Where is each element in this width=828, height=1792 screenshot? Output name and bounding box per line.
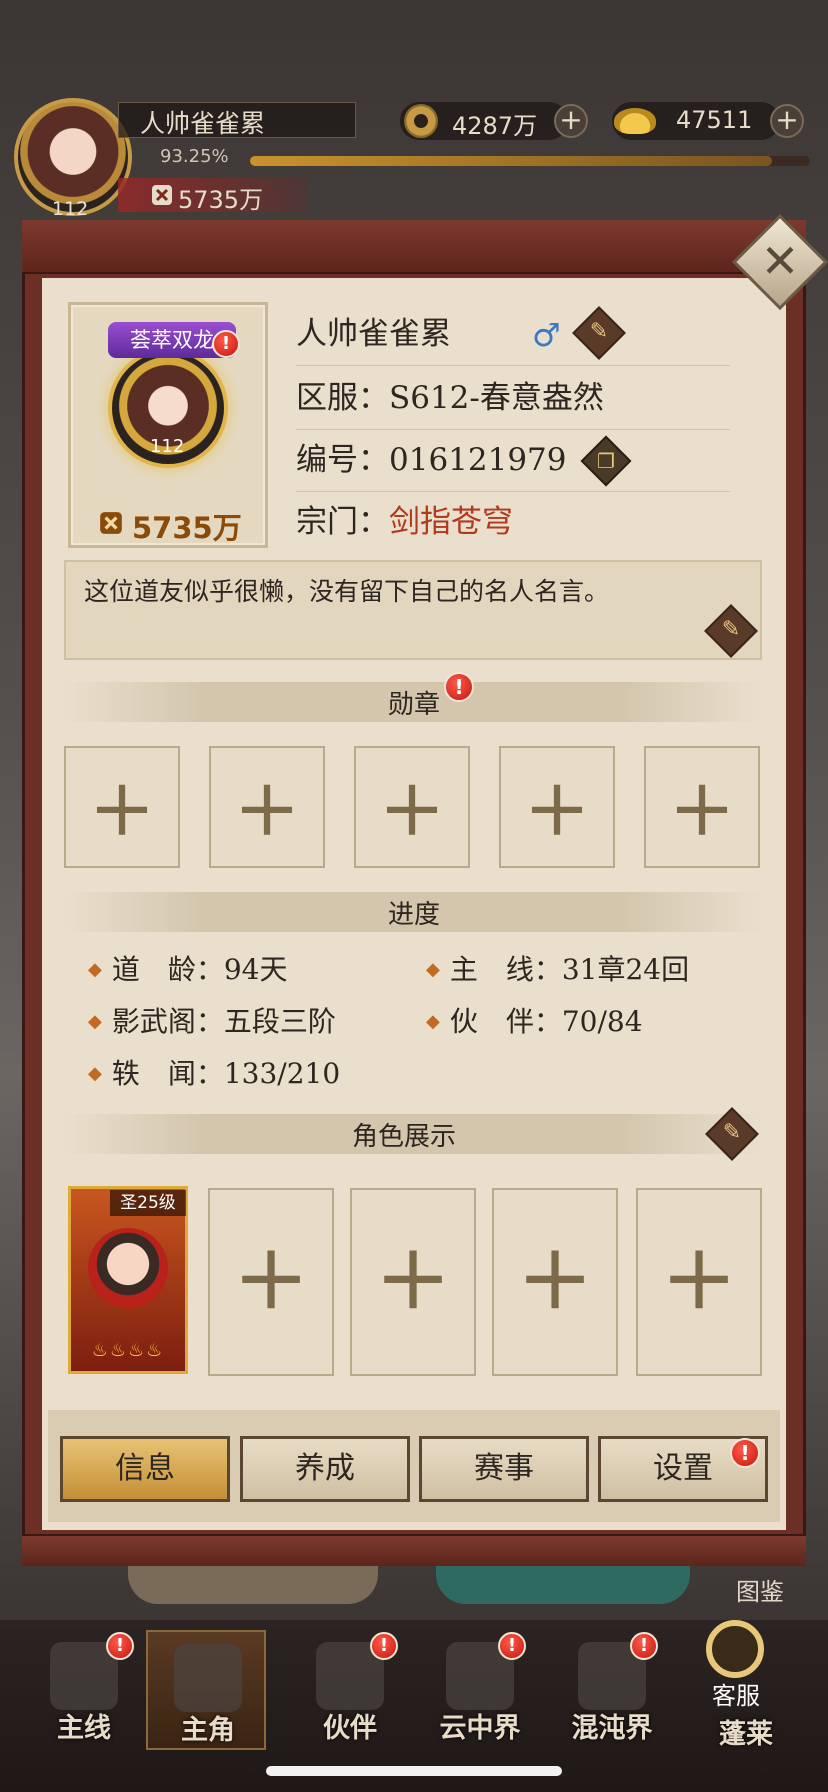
brush-icon: ✎ bbox=[589, 319, 609, 344]
panel-header bbox=[22, 220, 806, 274]
add-icon: + bbox=[523, 761, 591, 854]
bullet-icon: ◆ bbox=[426, 959, 440, 980]
nav-label: 主线 bbox=[57, 1713, 111, 1744]
power-icon bbox=[152, 185, 172, 205]
player-name: 人帅雀雀累 bbox=[140, 109, 266, 138]
bullet-icon: ◆ bbox=[88, 1063, 102, 1084]
profile-name: 人帅雀雀累 bbox=[296, 316, 451, 352]
exp-bar bbox=[250, 156, 810, 166]
progress-value: 94天 bbox=[223, 953, 288, 986]
medals-title: 勋章 bbox=[387, 690, 440, 720]
title-alert-badge: ! bbox=[212, 330, 240, 358]
nav-label: 云中界 bbox=[439, 1713, 521, 1744]
settings-alert-badge: ! bbox=[730, 1438, 760, 1468]
progress-item-yingwuge: ◆ 影武阁：五段三阶 bbox=[88, 1000, 336, 1040]
nav-alert-badge: ! bbox=[498, 1632, 526, 1660]
progress-item-mainline: ◆ 主 线：31章24回 bbox=[426, 948, 689, 988]
background-button-left bbox=[128, 1566, 378, 1604]
progress-value: 70/84 bbox=[561, 1005, 643, 1038]
coin-icon bbox=[404, 104, 438, 138]
nav-label: 伙伴 bbox=[323, 1713, 377, 1744]
id-label: 编号： bbox=[296, 442, 389, 478]
progress-label: 影武阁： bbox=[111, 1005, 224, 1038]
power-value: 5735万 bbox=[178, 186, 264, 214]
add-icon: + bbox=[232, 1223, 310, 1330]
progress-item-age: ◆ 道 龄：94天 bbox=[88, 948, 288, 988]
add-icon: + bbox=[668, 761, 736, 854]
ingot-value: 47511 bbox=[676, 106, 753, 134]
nav-label: 主角 bbox=[181, 1715, 235, 1746]
add-coins-button[interactable]: + bbox=[554, 104, 588, 138]
tujian-label[interactable]: 图鉴 bbox=[736, 1572, 784, 1607]
add-icon: + bbox=[378, 761, 446, 854]
add-icon: + bbox=[233, 761, 301, 854]
service-label: 客服 bbox=[712, 1682, 760, 1710]
progress-item-partners: ◆ 伙 伴：70/84 bbox=[426, 1000, 643, 1040]
brush-icon: ✎ bbox=[722, 1120, 742, 1145]
progress-value: 五段三阶 bbox=[223, 1005, 336, 1038]
info-guild-row: 宗门：剑指苍穹 bbox=[296, 496, 730, 548]
medals-alert-badge: ! bbox=[444, 672, 474, 702]
info-name-row: 人帅雀雀累 bbox=[296, 308, 730, 366]
nav-hero[interactable]: 主角 bbox=[146, 1630, 266, 1750]
tab-info[interactable]: 信息 bbox=[60, 1436, 230, 1502]
add-icon: + bbox=[88, 761, 156, 854]
add-ingots-button[interactable]: + bbox=[770, 104, 804, 138]
coin-value: 4287万 bbox=[452, 112, 538, 140]
male-icon: ♂ bbox=[532, 316, 561, 354]
progress-value: 133/210 bbox=[223, 1057, 341, 1090]
hero-level: 圣25级 bbox=[110, 1190, 186, 1216]
combat-power: 5735万 bbox=[132, 511, 242, 545]
add-icon: + bbox=[374, 1223, 452, 1330]
panel-footer bbox=[22, 1534, 806, 1566]
add-icon: + bbox=[660, 1223, 738, 1330]
progress-title: 进度 bbox=[387, 900, 440, 930]
motto-text: 这位道友似乎很懒，没有留下自己的名人名言。 bbox=[84, 577, 610, 606]
progress-label: 轶 闻： bbox=[111, 1057, 224, 1090]
add-icon: + bbox=[516, 1223, 594, 1330]
headset-icon bbox=[706, 1620, 764, 1678]
nav-label: 混沌界 bbox=[571, 1713, 653, 1744]
hero-portrait bbox=[88, 1228, 168, 1308]
tab-cultivate[interactable]: 养成 bbox=[240, 1436, 410, 1502]
info-server-row: 区服：S612-春意盎然 bbox=[296, 372, 730, 430]
hero-icon bbox=[174, 1644, 242, 1712]
id-value: 016121979 bbox=[389, 442, 567, 478]
progress-label: 伙 伴： bbox=[449, 1005, 562, 1038]
bullet-icon: ◆ bbox=[426, 1011, 440, 1032]
hero-stars-icon: ♨♨♨♨ bbox=[91, 1340, 165, 1361]
background-button-right bbox=[436, 1566, 690, 1604]
nav-alert-badge: ! bbox=[630, 1632, 658, 1660]
player-level: 112 bbox=[52, 198, 89, 220]
exp-bar-fill bbox=[250, 156, 773, 166]
nav-alert-badge: ! bbox=[106, 1632, 134, 1660]
progress-label: 道 龄： bbox=[111, 953, 224, 986]
ingot-icon bbox=[614, 108, 656, 134]
bullet-icon: ◆ bbox=[88, 1011, 102, 1032]
customer-service-button[interactable]: 客服 bbox=[686, 1618, 786, 1718]
guild-label: 宗门： bbox=[296, 504, 389, 540]
portrait-level: 112 bbox=[150, 436, 185, 457]
bullet-icon: ◆ bbox=[88, 959, 102, 980]
progress-value: 31章24回 bbox=[561, 953, 690, 986]
home-indicator[interactable] bbox=[266, 1766, 562, 1776]
copy-icon: ❐ bbox=[597, 449, 615, 473]
server-label: 区服： bbox=[296, 380, 389, 416]
exp-percent: 93.25% bbox=[160, 146, 229, 167]
close-icon: ✕ bbox=[760, 234, 800, 288]
power-icon bbox=[100, 512, 122, 534]
info-id-row: 编号：016121979 bbox=[296, 434, 730, 492]
nav-alert-badge: ! bbox=[370, 1632, 398, 1660]
brush-icon: ✎ bbox=[721, 617, 741, 642]
progress-label: 主 线： bbox=[449, 953, 562, 986]
showcase-title: 角色展示 bbox=[351, 1122, 456, 1152]
guild-value[interactable]: 剑指苍穹 bbox=[389, 504, 513, 540]
tab-events[interactable]: 赛事 bbox=[419, 1436, 589, 1502]
progress-item-anecdotes: ◆ 轶 闻：133/210 bbox=[88, 1052, 340, 1092]
server-value: S612-春意盎然 bbox=[389, 380, 604, 416]
